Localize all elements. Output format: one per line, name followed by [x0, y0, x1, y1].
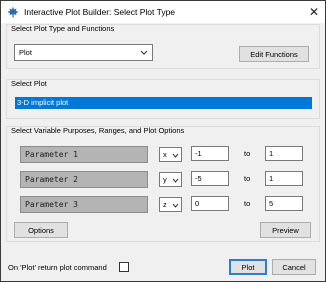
parameter-1-from-input[interactable]: -1	[191, 146, 229, 161]
parameter-2-axis-select[interactable]: y	[159, 172, 182, 187]
chevron-down-icon	[172, 153, 179, 158]
parameter-1-to-value: 1	[269, 149, 274, 158]
variables-group-label: Select Variable Purposes, Ranges, and Pl…	[11, 126, 185, 135]
parameter-2-axis-value: y	[163, 175, 167, 184]
parameter-3-to-label: to	[244, 199, 251, 208]
parameter-2-label: Parameter 2	[25, 175, 78, 184]
plot-type-select[interactable]: Plot	[14, 44, 153, 61]
options-button[interactable]: Options	[14, 222, 68, 238]
parameter-1-axis-value: x	[163, 150, 167, 159]
parameter-2-from-input[interactable]: -5	[191, 171, 229, 186]
parameter-3-label: Parameter 3	[25, 200, 78, 209]
parameter-1-from-value: -1	[195, 149, 202, 158]
preview-button[interactable]: Preview	[260, 222, 311, 238]
chevron-down-icon	[172, 178, 179, 183]
parameter-1-field: Parameter 1	[20, 146, 148, 163]
plot-type-group-label: Select Plot Type and Functions	[11, 24, 115, 33]
parameter-3-axis-select[interactable]: z	[159, 197, 182, 212]
close-icon[interactable]: ✕	[303, 1, 325, 23]
title-bar: Interactive Plot Builder: Select Plot Ty…	[1, 1, 325, 23]
return-plot-command-checkbox[interactable]	[119, 262, 129, 272]
chevron-down-icon	[140, 50, 148, 55]
maple-leaf-icon	[7, 6, 19, 18]
parameter-2-to-label: to	[244, 174, 251, 183]
plot-type-value: Plot	[19, 48, 32, 57]
parameter-2-to-input[interactable]: 1	[265, 171, 303, 186]
parameter-1-axis-select[interactable]: x	[159, 147, 182, 162]
dialog-window: Interactive Plot Builder: Select Plot Ty…	[0, 0, 326, 282]
parameter-3-field: Parameter 3	[20, 196, 148, 213]
parameter-1-to-input[interactable]: 1	[265, 146, 303, 161]
parameter-1-label: Parameter 1	[25, 150, 78, 159]
chevron-down-icon	[172, 203, 179, 208]
plot-list-item-label: 3-D implicit plot	[17, 98, 69, 107]
plot-button[interactable]: Plot	[229, 259, 267, 275]
select-plot-group-label: Select Plot	[11, 79, 47, 88]
return-plot-command-label: On 'Plot' return plot command	[8, 263, 107, 272]
parameter-2-from-value: -5	[195, 174, 202, 183]
parameter-3-from-value: 0	[195, 199, 200, 208]
parameter-3-to-value: 5	[269, 199, 274, 208]
parameter-3-from-input[interactable]: 0	[191, 196, 229, 211]
cancel-button[interactable]: Cancel	[272, 259, 316, 275]
parameter-2-field: Parameter 2	[20, 171, 148, 188]
window-title: Interactive Plot Builder: Select Plot Ty…	[24, 7, 176, 17]
edit-functions-button[interactable]: Edit Functions	[239, 46, 309, 62]
plot-list-selected-item[interactable]: 3-D implicit plot	[15, 97, 312, 109]
parameter-3-axis-value: z	[163, 200, 167, 209]
parameter-3-to-input[interactable]: 5	[265, 196, 303, 211]
parameter-2-to-value: 1	[269, 174, 274, 183]
parameter-1-to-label: to	[244, 149, 251, 158]
